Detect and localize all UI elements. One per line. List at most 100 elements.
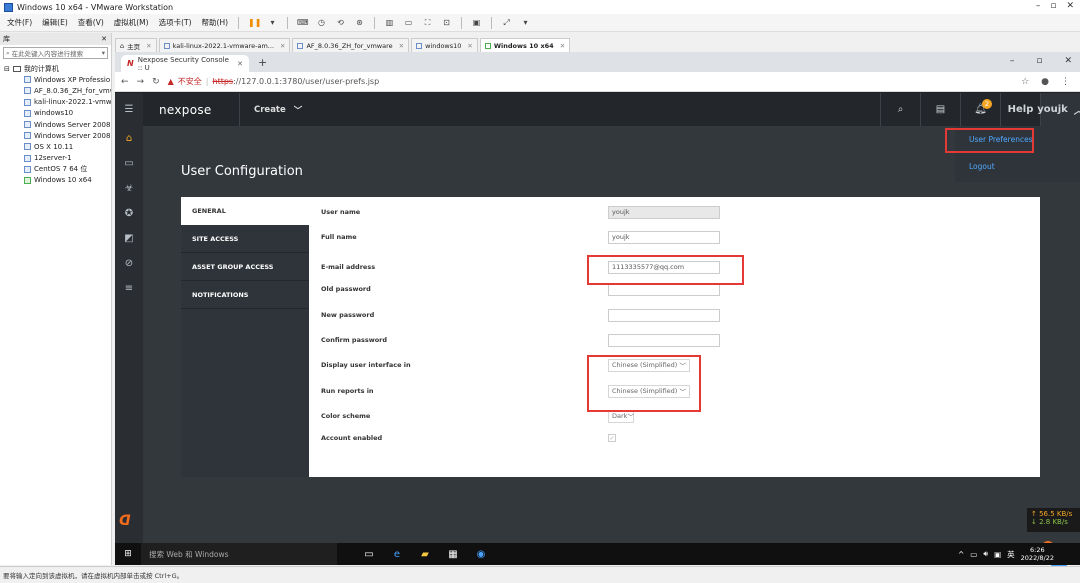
vm-item-active[interactable]: Windows 10 x64 — [4, 175, 111, 186]
home-icon[interactable]: ⌂ — [115, 126, 143, 151]
search-icon[interactable]: ⌕ — [880, 93, 920, 126]
vm-item[interactable]: AF_8.0.36_ZH_for_vmw — [4, 85, 111, 96]
file-explorer-icon[interactable]: ▰ — [411, 549, 439, 560]
menu-edit[interactable]: 编辑(E) — [39, 17, 71, 28]
bookmark-star-icon[interactable]: ☆ — [1021, 77, 1029, 87]
vm-item[interactable]: kali-linux-2022.1-vmw — [4, 97, 111, 108]
assets-monitor-icon[interactable]: ▭ — [115, 151, 143, 176]
vm-item[interactable]: Windows Server 2008 — [4, 130, 111, 141]
forward-icon[interactable]: → — [137, 77, 145, 87]
vm-tab-windows10-x64[interactable]: Windows 10 x64 ✕ — [479, 38, 571, 52]
reload-icon[interactable]: ↻ — [152, 77, 160, 87]
store-icon[interactable]: ▦ — [439, 549, 467, 560]
collapse-icon[interactable]: ⊟ — [4, 65, 10, 73]
new-tab-icon[interactable]: + — [258, 56, 267, 69]
vm-item[interactable]: Windows XP Professio — [4, 74, 111, 85]
close-icon[interactable]: ✕ — [1064, 56, 1072, 66]
maximize-icon[interactable]: ▫ — [1036, 56, 1042, 66]
vulnerabilities-biohazard-icon[interactable]: ☣ — [115, 176, 143, 201]
full-name-field[interactable]: youjk — [608, 230, 720, 244]
vm-item[interactable]: windows10 — [4, 108, 111, 119]
policies-ribbon-icon[interactable]: ✪ — [115, 201, 143, 226]
vm-tab-windows10[interactable]: windows10 ✕ — [411, 38, 478, 52]
menu-tabs[interactable]: 选项卡(T) — [156, 17, 195, 28]
chevron-down-icon[interactable]: ▾ — [102, 49, 107, 57]
send-keys-icon[interactable]: ⌨ — [297, 17, 309, 28]
minimize-icon[interactable]: – — [1010, 56, 1015, 66]
pause-icon[interactable]: ❚❚ — [248, 17, 261, 28]
fullscreen-icon[interactable]: ⛶ — [422, 17, 433, 28]
input-language[interactable]: 英 — [1007, 549, 1015, 560]
close-icon[interactable]: ✕ — [467, 42, 472, 50]
reports-chart-icon[interactable]: ◩ — [115, 226, 143, 251]
logout-link[interactable]: Logout — [955, 153, 1080, 180]
vm-tab-home[interactable]: ⌂ 主页 ✕ — [115, 38, 157, 52]
tab-site-access[interactable]: SITE ACCESS — [181, 225, 309, 253]
edge-browser-icon[interactable]: e — [383, 549, 411, 560]
volume-icon[interactable]: 🔊︎ — [983, 549, 988, 559]
close-icon[interactable]: ✕ — [1066, 1, 1074, 11]
taskbar-search-input[interactable]: 搜索 Web 和 Windows — [141, 543, 337, 565]
help-link[interactable]: Help — [1000, 93, 1040, 126]
library-search-input[interactable]: ⌕ 在此处键入内容进行搜索 ▾ — [3, 47, 108, 59]
chrome-icon[interactable]: ◉ — [467, 549, 495, 560]
guest-screen[interactable]: N Nexpose Security Console :: U ✕ + – ▫ … — [115, 52, 1080, 571]
revert-snapshot-icon[interactable]: ⟲ — [335, 17, 346, 28]
insecure-label[interactable]: 不安全 — [178, 76, 202, 87]
vm-item[interactable]: 12server-1 — [4, 153, 111, 164]
vm-item[interactable]: Windows Server 2008 — [4, 119, 111, 130]
tab-asset-group-access[interactable]: ASSET GROUP ACCESS — [181, 253, 309, 281]
menu-kebab-icon[interactable]: ⋮ — [1061, 77, 1070, 87]
url-field[interactable]: ▲ 不安全 | https://127.0.0.1:3780/user/user… — [168, 76, 380, 87]
windows-start-icon[interactable]: ⊞ — [119, 549, 137, 559]
close-icon[interactable]: ✕ — [237, 60, 243, 68]
tree-root-my-computer[interactable]: ⊟ 我的计算机 — [4, 63, 111, 74]
tray-expand-icon[interactable]: ^ — [958, 550, 964, 559]
close-icon[interactable]: ✕ — [101, 35, 107, 43]
taskbar-clock[interactable]: 6:26 2022/8/22 — [1021, 546, 1054, 562]
back-icon[interactable]: ← — [121, 77, 129, 87]
warning-icon[interactable]: ▲ — [168, 77, 174, 86]
network-icon[interactable]: ▭ — [970, 550, 977, 559]
notes-icon[interactable]: ▤ — [920, 93, 960, 126]
vm-tab-kali[interactable]: kali-linux-2022.1-vmware-am... ✕ — [158, 38, 291, 52]
hamburger-menu-icon[interactable]: ☰ — [115, 93, 143, 126]
confirm-password-field[interactable] — [608, 333, 720, 347]
vm-tab-af[interactable]: AF_8.0.36_ZH_for_vmware ✕ — [292, 38, 410, 52]
dropdown-arrow-icon[interactable]: ▾ — [267, 17, 278, 28]
tab-notifications[interactable]: NOTIFICATIONS — [181, 281, 309, 309]
task-view-icon[interactable]: ▭ — [355, 549, 383, 560]
menu-vm[interactable]: 虚拟机(M) — [111, 17, 152, 28]
close-icon[interactable]: ✕ — [399, 42, 404, 50]
list-icon[interactable]: ≡ — [115, 276, 143, 301]
vm-item[interactable]: CentOS 7 64 位 — [4, 164, 111, 175]
notifications-bell-icon[interactable]: 🔔︎ 2 — [960, 93, 1000, 126]
ime-icon[interactable]: ▣ — [994, 550, 1001, 559]
tab-general[interactable]: GENERAL — [181, 197, 309, 225]
profile-icon[interactable]: ● — [1041, 77, 1049, 87]
new-password-field[interactable] — [608, 308, 720, 322]
menu-file[interactable]: 文件(F) — [4, 17, 35, 28]
account-enabled-checkbox[interactable]: ✓ — [608, 434, 616, 442]
close-icon[interactable]: ✕ — [560, 42, 565, 50]
user-menu[interactable]: youjk ︿ — [1037, 93, 1080, 126]
chrome-tab-nexpose[interactable]: N Nexpose Security Console :: U ✕ — [121, 55, 249, 72]
stretch-icon[interactable]: ⤢ — [501, 17, 512, 28]
console-view-icon[interactable]: ▣ — [471, 17, 482, 28]
unity-icon[interactable]: ⊡ — [441, 17, 452, 28]
minimize-icon[interactable]: – — [1036, 1, 1041, 11]
close-icon[interactable]: ✕ — [146, 42, 151, 50]
maximize-icon[interactable]: ▫ — [1050, 1, 1056, 11]
create-menu[interactable]: Create ﹀ — [239, 93, 302, 126]
menu-view[interactable]: 查看(V) — [75, 17, 107, 28]
snapshot-icon[interactable]: ◷ — [316, 17, 327, 28]
thumbnail-icon[interactable]: ▭ — [403, 17, 414, 28]
show-library-icon[interactable]: ▥ — [384, 17, 395, 28]
menu-help[interactable]: 帮助(H) — [199, 17, 232, 28]
vm-item[interactable]: OS X 10.11 — [4, 141, 111, 152]
dropdown-arrow-icon[interactable]: ▾ — [520, 17, 531, 28]
tickets-link-icon[interactable]: ⊘ — [115, 251, 143, 276]
close-icon[interactable]: ✕ — [280, 42, 285, 50]
snapshot-manager-icon[interactable]: ⊛ — [354, 17, 365, 28]
nexpose-logo[interactable]: nexpose — [159, 103, 239, 117]
